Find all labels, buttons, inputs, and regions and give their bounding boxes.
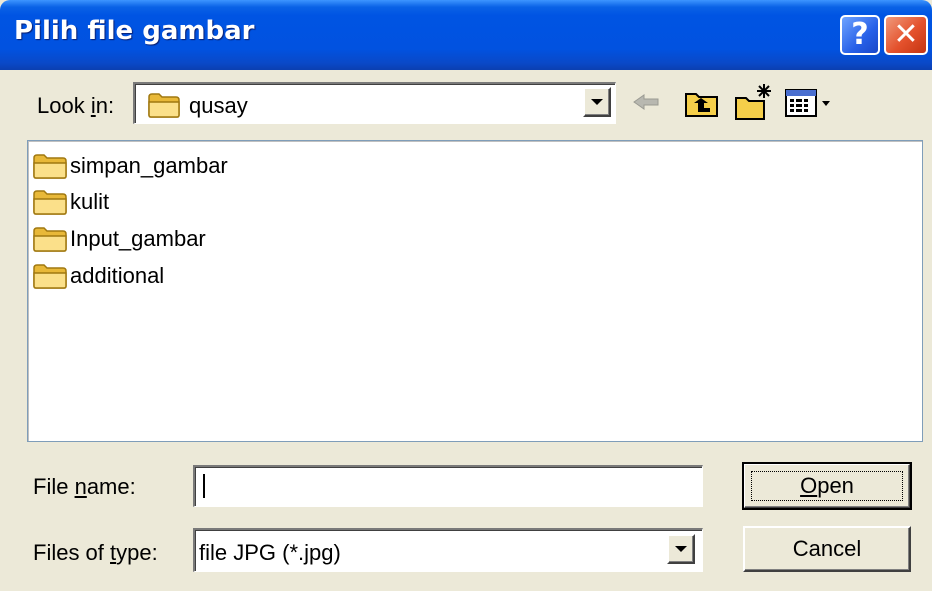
folder-icon [32, 225, 68, 253]
look-in-value: qusay [189, 93, 248, 118]
list-item-kulit[interactable]: kulit [32, 185, 109, 219]
close-icon: ✕ [893, 17, 919, 52]
look-in-dropdown-button[interactable] [583, 87, 611, 117]
file-name-label: File name: [33, 474, 136, 499]
folder-icon [147, 92, 181, 123]
close-button[interactable]: ✕ [884, 15, 928, 55]
back-arrow-icon[interactable] [632, 92, 662, 117]
window-title: Pilih file gambar [14, 16, 255, 46]
text-caret [203, 474, 205, 498]
chevron-down-icon [591, 99, 603, 105]
cancel-button[interactable]: Cancel [743, 526, 911, 572]
list-item-input-gambar[interactable]: Input_gambar [32, 222, 206, 256]
file-name-text: additional [70, 263, 165, 288]
open-file-dialog: Pilih file gambar ? ✕ Look in: qusay sim… [0, 0, 932, 591]
folder-icon [32, 262, 68, 290]
file-type-dropdown-button[interactable] [667, 534, 695, 564]
focus-rectangle [751, 471, 903, 501]
chevron-down-icon [675, 546, 687, 552]
create-new-folder-icon[interactable] [734, 82, 774, 127]
file-name-input[interactable] [193, 465, 703, 507]
file-type-label: Files of type: [33, 540, 158, 565]
help-button[interactable]: ? [840, 15, 880, 55]
file-name-text: kulit [70, 189, 110, 214]
folder-icon [32, 188, 68, 216]
cancel-button-label: Cancel [792, 536, 862, 561]
look-in-dropdown[interactable]: qusay [133, 82, 616, 124]
up-one-level-icon[interactable] [684, 88, 720, 123]
file-type-value: file JPG (*.jpg) [199, 540, 341, 565]
list-item-simpan-gambar[interactable]: simpan_gambar [32, 149, 228, 183]
list-item-additional[interactable]: additional [32, 259, 164, 293]
file-name-text: simpan_gambar [70, 153, 228, 178]
file-list[interactable]: simpan_gambar kulit Input_gambar additio… [27, 140, 923, 442]
help-icon: ? [851, 17, 869, 52]
view-menu-icon[interactable] [784, 88, 836, 123]
open-button[interactable]: Open [742, 462, 912, 510]
folder-icon [32, 152, 68, 180]
title-bar[interactable]: Pilih file gambar ? ✕ [0, 0, 932, 70]
file-type-dropdown[interactable]: file JPG (*.jpg) [193, 528, 703, 572]
file-name-text: Input_gambar [70, 226, 206, 251]
look-in-label: Look in: [37, 93, 115, 118]
